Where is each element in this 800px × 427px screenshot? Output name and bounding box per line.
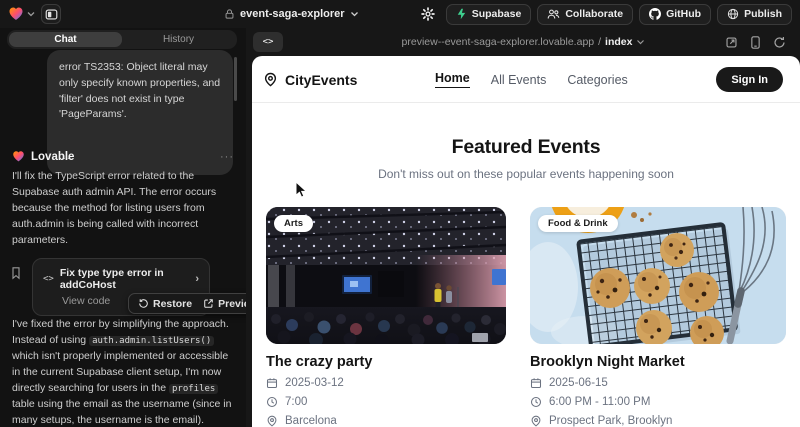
calendar-icon [530,377,542,389]
restore-icon [138,298,149,309]
code-icon: <> [43,274,54,284]
message-actions: Restore Preview [128,293,246,314]
calendar-icon [266,377,278,389]
inline-code: profiles [169,384,218,394]
site-brand[interactable]: CityEvents [263,56,357,103]
supabase-button[interactable]: Supabase [446,4,532,25]
chevron-right-icon: › [195,273,199,285]
message-overflow-button[interactable]: ··· [220,151,234,163]
nav-categories[interactable]: Categories [567,73,627,87]
preview-url-bar[interactable]: preview--event-saga-explorer.lovable.app… [402,28,645,56]
clock-icon [266,396,278,408]
people-icon [547,8,560,20]
collaborate-button[interactable]: Collaborate [537,4,633,25]
map-pin-icon [530,415,542,427]
publish-button[interactable]: Publish [717,4,792,25]
map-pin-icon [266,415,278,427]
featured-section-header: Featured Events Don't miss out on these … [252,136,800,181]
chat-tabs: Chat History [7,30,237,49]
event-time-row: 6:00 PM - 11:00 PM [530,396,786,408]
site-nav: Home All Events Categories [435,56,628,103]
bookmark-icon[interactable] [10,266,22,280]
event-cards: Arts The crazy party 2025-03-12 7:00 Bar… [266,207,786,427]
github-icon [649,8,661,20]
code-view-button[interactable]: <> [253,32,283,52]
supabase-bolt-icon [456,8,467,20]
gear-icon [421,7,435,21]
nav-all-events[interactable]: All Events [491,73,547,87]
tool-call-title: Fix type type error in addCoHost [60,267,189,291]
preview-pane: <> preview--event-saga-explorer.lovable.… [246,28,800,427]
clock-icon [530,396,542,408]
open-in-new-tab-button[interactable] [725,36,738,49]
nav-home[interactable]: Home [435,71,470,88]
restore-button[interactable]: Restore [138,298,192,310]
preview-toolbar: <> preview--event-saga-explorer.lovable.… [246,28,800,56]
assistant-name: Lovable [31,151,214,163]
refresh-button[interactable] [773,36,786,49]
section-title: Featured Events [252,136,800,159]
chevron-down-icon [27,11,35,17]
preview-button[interactable]: Preview [203,298,246,310]
section-subtitle: Don't miss out on these popular events h… [252,167,800,181]
sign-in-button[interactable]: Sign In [716,67,783,92]
event-card[interactable]: Arts The crazy party 2025-03-12 7:00 Bar… [266,207,506,427]
tab-history[interactable]: History [122,32,235,47]
event-location-row: Barcelona [266,415,506,427]
lovable-heart-icon [12,150,25,163]
event-image-cookies: Food & Drink [530,207,786,344]
category-badge: Arts [274,215,313,232]
preview-url-page: index [605,36,632,48]
event-title: Brooklyn Night Market [530,354,786,370]
inline-code: auth.admin.listUsers() [89,336,214,346]
lock-icon [224,8,235,20]
event-title: The crazy party [266,354,506,370]
chevron-down-icon [350,11,359,17]
map-pin-icon [263,72,278,87]
chat-scrollbar[interactable] [234,57,237,101]
site-viewport: CityEvents Home All Events Categories Si… [252,56,800,427]
event-location-row: Prospect Park, Brooklyn [530,415,786,427]
category-badge: Food & Drink [538,215,618,232]
chat-panel: Chat History error TS2353: Object litera… [0,28,246,427]
app-topbar: event-saga-explorer Supabase Collaborate… [0,0,800,28]
event-date-row: 2025-06-15 [530,377,786,389]
panel-icon [45,8,58,21]
lovable-heart-icon [8,6,24,22]
lovable-logo-menu[interactable] [8,6,35,22]
user-message-text: error TS2353: Object literal may only sp… [59,60,221,123]
site-header: CityEvents Home All Events Categories Si… [252,56,800,103]
event-card[interactable]: Food & Drink Brooklyn Night Market 2025-… [530,207,786,427]
external-link-icon [203,298,214,309]
mobile-view-button[interactable] [750,36,761,49]
globe-icon [727,8,739,20]
settings-button[interactable] [416,3,440,25]
event-date-row: 2025-03-12 [266,377,506,389]
event-image-conference: Arts [266,207,506,344]
assistant-paragraph-2: I've fixed the error by simplifying the … [12,317,233,427]
assistant-header: Lovable ··· [12,150,234,163]
chevron-down-icon [636,39,644,45]
sidebar-toggle-button[interactable] [41,4,61,24]
preview-url-host: preview--event-saga-explorer.lovable.app [402,36,595,48]
project-name: event-saga-explorer [240,8,345,20]
assistant-paragraph-1: I'll fix the TypeScript error related to… [12,169,233,249]
event-time-row: 7:00 [266,396,506,408]
tab-chat[interactable]: Chat [9,32,122,47]
github-button[interactable]: GitHub [639,4,711,25]
project-switcher[interactable]: event-saga-explorer [224,0,359,28]
